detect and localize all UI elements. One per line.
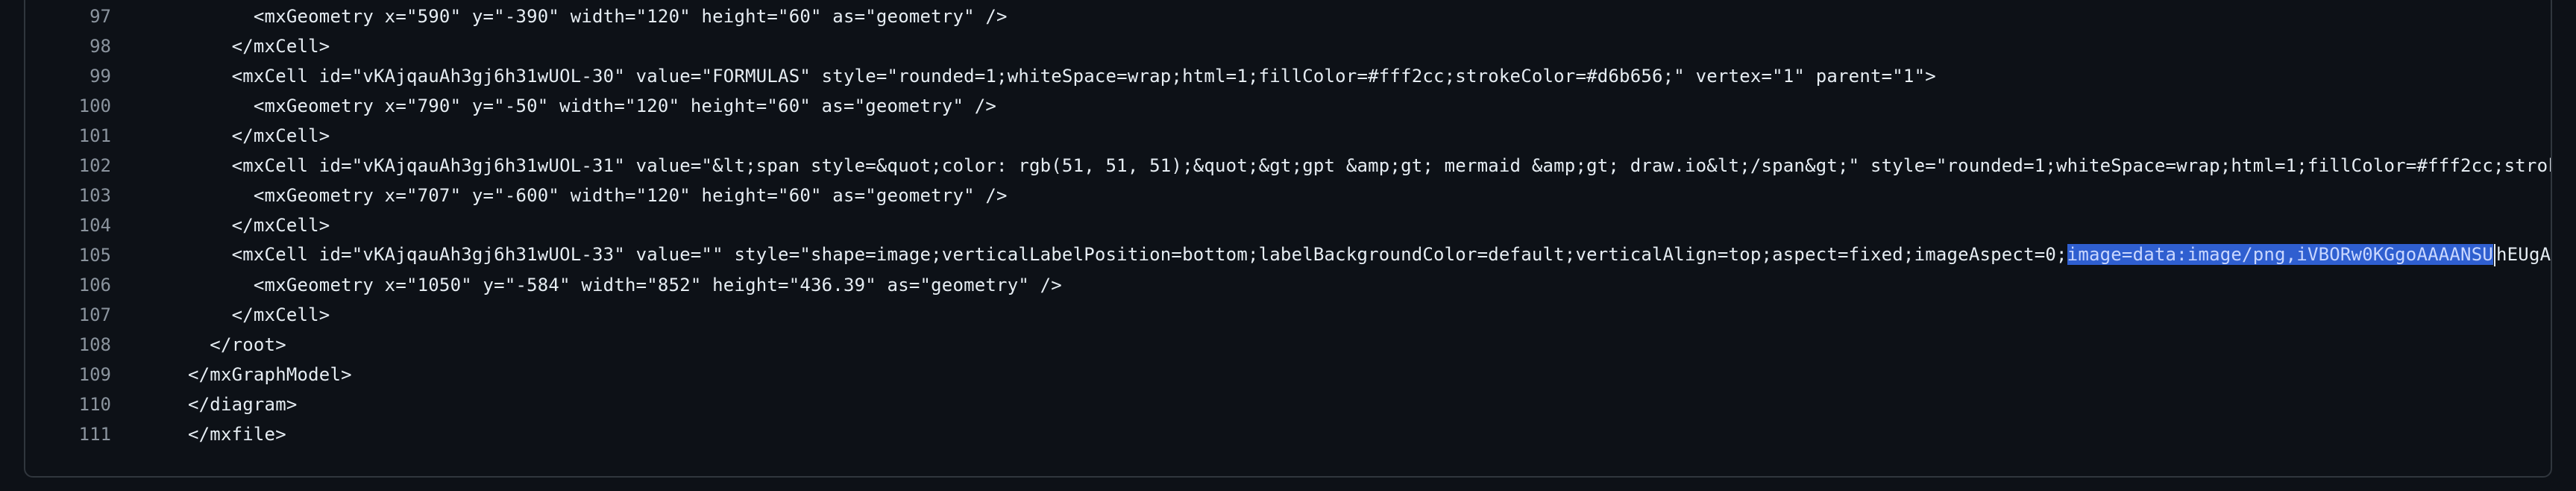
line-code: <mxCell id="vKAjqauAh3gj6h31wUOL-33" val… xyxy=(111,244,2551,266)
line-number[interactable]: 104 xyxy=(25,215,111,236)
code-line: 107 </mxCell> xyxy=(25,300,2551,330)
code-line: 109 </mxGraphModel> xyxy=(25,360,2551,390)
line-number[interactable]: 105 xyxy=(25,245,111,266)
line-number[interactable]: 102 xyxy=(25,155,111,176)
code-viewer: 97 <mxGeometry x="590" y="-390" width="1… xyxy=(24,0,2552,478)
code-line: 100 <mxGeometry x="790" y="-50" width="1… xyxy=(25,91,2551,121)
text-cursor xyxy=(2494,244,2495,266)
line-code: </mxCell> xyxy=(188,215,330,236)
code-text: <mxCell id="vKAjqauAh3gj6h31wUOL-33" val… xyxy=(188,244,2067,265)
code-lines: 97 <mxGeometry x="590" y="-390" width="1… xyxy=(25,1,2551,449)
line-number[interactable]: 101 xyxy=(25,125,111,146)
line-number[interactable]: 99 xyxy=(25,66,111,87)
line-number[interactable]: 98 xyxy=(25,36,111,57)
line-code: <mxCell id="vKAjqauAh3gj6h31wUOL-31" val… xyxy=(188,155,2551,176)
line-number[interactable]: 111 xyxy=(25,424,111,445)
code-line: 105 <mxCell id="vKAjqauAh3gj6h31wUOL-33"… xyxy=(25,240,2551,270)
line-code: <mxCell id="vKAjqauAh3gj6h31wUOL-30" val… xyxy=(188,66,1936,87)
code-line: 102 <mxCell id="vKAjqauAh3gj6h31wUOL-31"… xyxy=(25,151,2551,181)
code-line: 97 <mxGeometry x="590" y="-390" width="1… xyxy=(25,1,2551,31)
code-line: 104 </mxCell> xyxy=(25,210,2551,240)
text-selection[interactable]: image=data:image/png,iVBORw0KGgoAAAANSU xyxy=(2067,244,2493,265)
code-line: 98 </mxCell> xyxy=(25,31,2551,61)
line-code: </mxCell> xyxy=(188,36,330,57)
line-code: <mxGeometry x="707" y="-600" width="120"… xyxy=(188,185,1008,206)
code-line: 110 </diagram> xyxy=(25,390,2551,419)
line-code: <mxGeometry x="1050" y="-584" width="852… xyxy=(188,275,1062,295)
line-number[interactable]: 109 xyxy=(25,364,111,385)
line-code: </mxCell> xyxy=(188,304,330,325)
line-number[interactable]: 110 xyxy=(25,394,111,415)
line-code: </diagram> xyxy=(188,394,298,415)
line-number[interactable]: 107 xyxy=(25,304,111,325)
line-code: </root> xyxy=(188,334,286,355)
line-number[interactable]: 100 xyxy=(25,96,111,116)
line-code: </mxCell> xyxy=(188,125,330,146)
code-line: 99 <mxCell id="vKAjqauAh3gj6h31wUOL-30" … xyxy=(25,61,2551,91)
line-code: </mxGraphModel> xyxy=(188,364,352,385)
code-line: 106 <mxGeometry x="1050" y="-584" width=… xyxy=(25,270,2551,300)
line-number[interactable]: 106 xyxy=(25,275,111,295)
line-code: </mxfile> xyxy=(188,424,286,445)
line-number[interactable]: 103 xyxy=(25,185,111,206)
code-line: 108 </root> xyxy=(25,330,2551,360)
code-line: 103 <mxGeometry x="707" y="-600" width="… xyxy=(25,181,2551,210)
code-text-after-cursor: hEUgAAE xyxy=(2496,244,2551,265)
code-line: 101 </mxCell> xyxy=(25,121,2551,151)
line-code: <mxGeometry x="590" y="-390" width="120"… xyxy=(188,6,1008,27)
line-code: <mxGeometry x="790" y="-50" width="120" … xyxy=(188,96,997,116)
line-number[interactable]: 108 xyxy=(25,334,111,355)
line-number[interactable]: 97 xyxy=(25,6,111,27)
code-line: 111 </mxfile> xyxy=(25,419,2551,449)
